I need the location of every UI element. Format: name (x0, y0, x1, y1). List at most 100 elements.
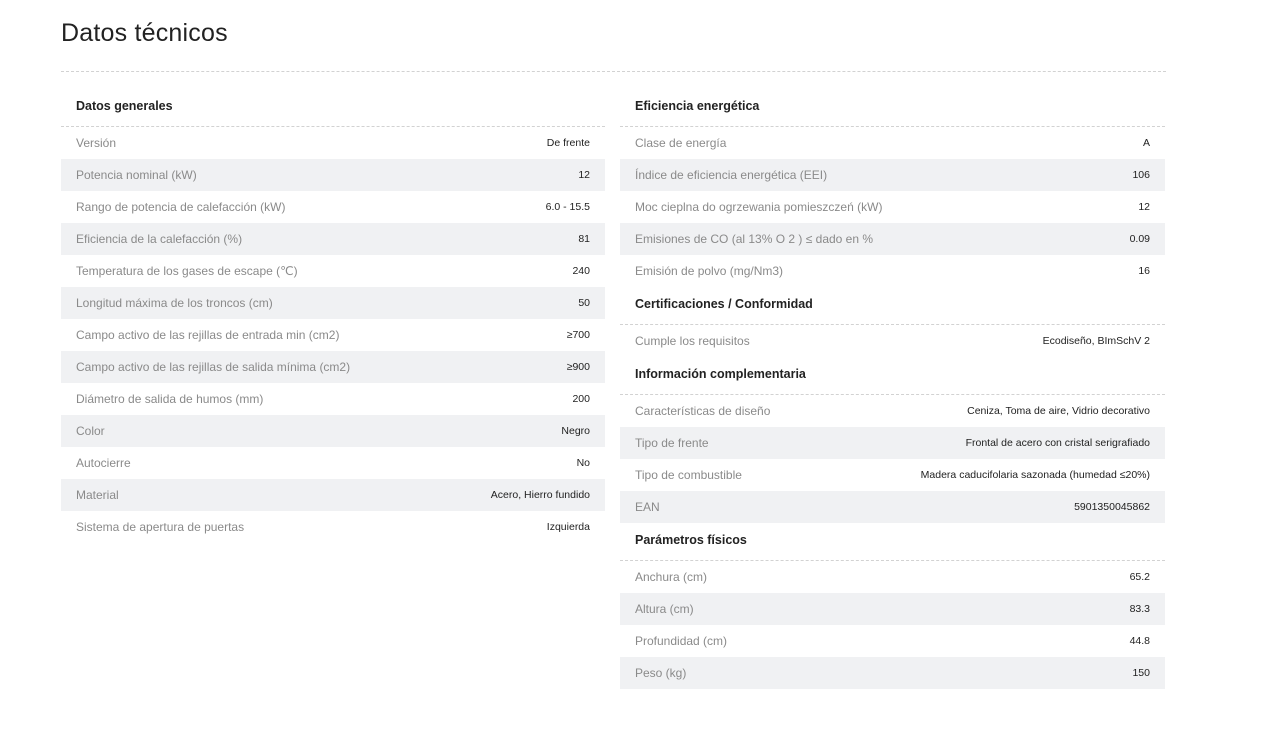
spec-rows: Cumple los requisitos Ecodiseño, BImSchV … (620, 325, 1165, 357)
spec-label: Sistema de apertura de puertas (76, 520, 245, 534)
tech-specs-page: Datos técnicos Datos generales Versión De… (0, 0, 1268, 740)
spec-label: Emisión de polvo (mg/Nm3) (635, 264, 784, 278)
spec-row: Autocierre No (61, 447, 605, 479)
spec-label: Profundidad (cm) (635, 634, 728, 648)
spec-label: Características de diseño (635, 404, 771, 418)
spec-row: Clase de energía A (620, 127, 1165, 159)
spec-row: Tipo de combustible Madera caducifolaria … (620, 459, 1165, 491)
spec-value: Izquierda (546, 521, 590, 533)
section-datos-generales: Datos generales Versión De frente Potenci… (61, 89, 605, 543)
spec-label: Material (76, 488, 119, 502)
spec-label: Autocierre (76, 456, 131, 470)
spec-value: Ecodiseño, BImSchV 2 (1042, 335, 1150, 347)
spec-row: Cumple los requisitos Ecodiseño, BImSchV … (620, 325, 1165, 357)
spec-row: Material Acero, Hierro fundido (61, 479, 605, 511)
spec-value: 83.3 (1129, 603, 1150, 615)
spec-label: Longitud máxima de los troncos (cm) (76, 296, 273, 310)
spec-label: Color (76, 424, 105, 438)
spec-label: Diámetro de salida de humos (mm) (76, 392, 264, 406)
spec-row: Versión De frente (61, 127, 605, 159)
spec-row: Anchura (cm) 65.2 (620, 561, 1165, 593)
spec-value: 50 (578, 297, 590, 309)
spec-value: ≥700 (566, 329, 590, 341)
spec-row: Rango de potencia de calefacción (kW) 6.0… (61, 191, 605, 223)
spec-value: 6.0 - 15.5 (545, 201, 590, 213)
spec-value: No (576, 457, 590, 469)
section-informacion-complementaria: Información complementaria Característic… (620, 357, 1165, 523)
spec-row: Emisiones de CO (al 13% O 2 ) ≤ dado en … (620, 223, 1165, 255)
section-title: Parámetros físicos (620, 523, 1165, 561)
spec-label: Clase de energía (635, 136, 727, 150)
spec-value: 44.8 (1129, 635, 1150, 647)
spec-label: Tipo de combustible (635, 468, 742, 482)
spec-value: 65.2 (1129, 571, 1150, 583)
spec-value: 106 (1132, 169, 1150, 181)
spec-label: Rango de potencia de calefacción (kW) (76, 200, 286, 214)
spec-label: Altura (cm) (635, 602, 694, 616)
section-title: Certificaciones / Conformidad (620, 287, 1165, 325)
spec-label: Anchura (cm) (635, 570, 708, 584)
spec-label: Temperatura de los gases de escape (℃) (76, 264, 298, 278)
section-certificaciones: Certificaciones / Conformidad Cumple los… (620, 287, 1165, 357)
spec-rows: Versión De frente Potencia nominal (kW) 12… (61, 127, 605, 543)
spec-row: Potencia nominal (kW) 12 (61, 159, 605, 191)
spec-row: EAN 5901350045862 (620, 491, 1165, 523)
spec-value: ≥900 (566, 361, 590, 373)
spec-value: Negro (561, 425, 590, 437)
left-column: Datos generales Versión De frente Potenci… (61, 89, 605, 543)
spec-value: 16 (1138, 265, 1150, 277)
spec-row: Altura (cm) 83.3 (620, 593, 1165, 625)
spec-label: Versión (76, 136, 117, 150)
spec-row: Características de diseño Ceniza, Toma de… (620, 395, 1165, 427)
spec-row: Temperatura de los gases de escape (℃) 24… (61, 255, 605, 287)
spec-row: Campo activo de las rejillas de salida m… (61, 351, 605, 383)
spec-label: EAN (635, 500, 660, 514)
spec-value: 240 (572, 265, 590, 277)
spec-value: Acero, Hierro fundido (490, 489, 590, 501)
right-column: Eficiencia energética Clase de energía A … (620, 89, 1165, 689)
spec-label: Emisiones de CO (al 13% O 2 ) ≤ dado en … (635, 232, 874, 246)
spec-row: Profundidad (cm) 44.8 (620, 625, 1165, 657)
spec-value: 200 (572, 393, 590, 405)
spec-value: 12 (1138, 201, 1150, 213)
section-title: Eficiencia energética (620, 89, 1165, 127)
spec-value: 150 (1132, 667, 1150, 679)
spec-value: Madera caducifolaria sazonada (humedad ≤… (920, 469, 1150, 481)
spec-label: Peso (kg) (635, 666, 687, 680)
spec-label: Índice de eficiencia energética (EEI) (635, 168, 828, 182)
spec-row: Diámetro de salida de humos (mm) 200 (61, 383, 605, 415)
spec-row: Campo activo de las rejillas de entrada … (61, 319, 605, 351)
section-title: Datos generales (61, 89, 605, 127)
spec-value: 0.09 (1129, 233, 1150, 245)
spec-rows: Anchura (cm) 65.2 Altura (cm) 83.3 Profund… (620, 561, 1165, 689)
spec-value: A (1142, 137, 1150, 149)
page-title: Datos técnicos (61, 19, 228, 47)
spec-label: Tipo de frente (635, 436, 709, 450)
section-title: Información complementaria (620, 357, 1165, 395)
spec-row: Sistema de apertura de puertas Izquierda (61, 511, 605, 543)
spec-row: Color Negro (61, 415, 605, 447)
spec-label: Cumple los requisitos (635, 334, 750, 348)
spec-value: 81 (578, 233, 590, 245)
spec-value: De frente (546, 137, 590, 149)
spec-label: Campo activo de las rejillas de salida m… (76, 360, 351, 374)
spec-value: Frontal de acero con cristal serigrafiad… (965, 437, 1150, 449)
spec-row: Eficiencia de la calefacción (%) 81 (61, 223, 605, 255)
spec-rows: Clase de energía A Índice de eficiencia e… (620, 127, 1165, 287)
spec-row: Emisión de polvo (mg/Nm3) 16 (620, 255, 1165, 287)
section-eficiencia-energetica: Eficiencia energética Clase de energía A … (620, 89, 1165, 287)
spec-row: Moc cieplna do ogrzewania pomieszczeń (k… (620, 191, 1165, 223)
spec-label: Moc cieplna do ogrzewania pomieszczeń (k… (635, 200, 883, 214)
spec-value: Ceniza, Toma de aire, Vidrio decorativo (967, 405, 1150, 417)
spec-value: 5901350045862 (1074, 501, 1150, 513)
spec-row: Índice de eficiencia energética (EEI) 106 (620, 159, 1165, 191)
spec-rows: Características de diseño Ceniza, Toma de… (620, 395, 1165, 523)
spec-label: Potencia nominal (kW) (76, 168, 197, 182)
spec-row: Peso (kg) 150 (620, 657, 1165, 689)
spec-row: Tipo de frente Frontal de acero con crist… (620, 427, 1165, 459)
spec-label: Campo activo de las rejillas de entrada … (76, 328, 340, 342)
spec-label: Eficiencia de la calefacción (%) (76, 232, 243, 246)
spec-row: Longitud máxima de los troncos (cm) 50 (61, 287, 605, 319)
section-parametros-fisicos: Parámetros físicos Anchura (cm) 65.2 Altu… (620, 523, 1165, 689)
top-divider (61, 71, 1166, 72)
